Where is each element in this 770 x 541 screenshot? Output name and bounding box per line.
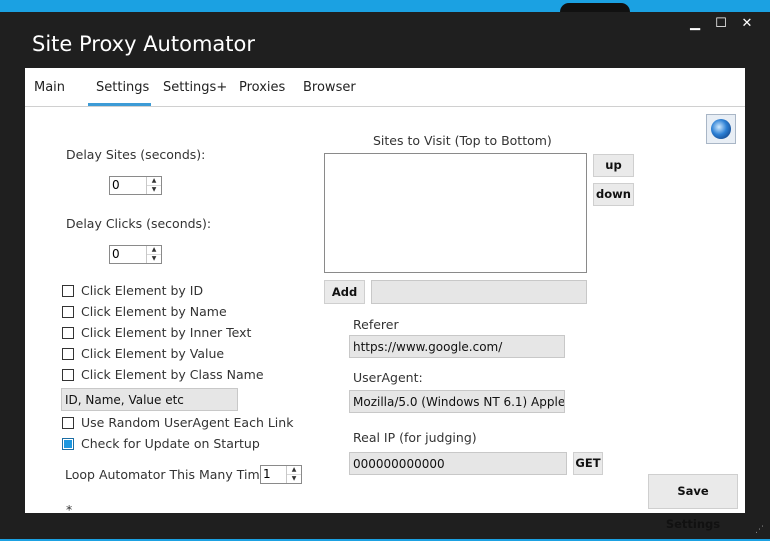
delay-sites-stepper[interactable]: 0 ▲ ▼ (109, 176, 162, 195)
sites-list-label: Sites to Visit (Top to Bottom) (373, 133, 552, 148)
delay-clicks-value: 0 (112, 247, 120, 261)
globe-icon[interactable] (706, 114, 736, 144)
delay-sites-value: 0 (112, 178, 120, 192)
move-up-button[interactable]: up (593, 154, 634, 177)
window-title: Site Proxy Automator (32, 32, 255, 56)
footnote-marker: * (66, 502, 73, 517)
check-update-checkbox[interactable] (62, 438, 74, 450)
useragent-label: UserAgent: (353, 370, 423, 385)
add-site-button[interactable]: Add (324, 280, 365, 304)
spin-up-icon[interactable]: ▲ (287, 466, 301, 474)
active-tab-indicator (88, 103, 151, 106)
spin-down-icon[interactable]: ▼ (147, 254, 161, 263)
spin-down-icon[interactable]: ▼ (287, 474, 301, 483)
sites-list[interactable] (324, 153, 587, 273)
click-by-class-name-label: Click Element by Class Name (81, 367, 264, 382)
get-ip-button[interactable]: GET (573, 452, 603, 475)
resize-grip-icon[interactable]: ⋰ (755, 525, 764, 535)
desktop-decoration (560, 3, 630, 12)
tab-settings[interactable]: Settings (96, 80, 149, 95)
referer-input[interactable]: https://www.google.com/ (349, 335, 565, 358)
app-window: Site Proxy Automator ▁ ☐ ✕ Main Settings… (0, 12, 770, 539)
loop-count-value: 1 (263, 467, 271, 481)
loop-count-label: Loop Automator This Many Times: (65, 467, 279, 482)
save-settings-button[interactable]: Save Settings (648, 474, 738, 531)
maximize-button[interactable]: ☐ (711, 16, 731, 31)
settings-panel: Main Settings Settings+ Proxies Browser … (25, 68, 745, 531)
referer-label: Referer (353, 317, 399, 332)
useragent-input[interactable]: Mozilla/5.0 (Windows NT 6.1) AppleWebKit… (349, 390, 565, 413)
click-by-value-label: Click Element by Value (81, 346, 225, 361)
click-by-name-checkbox[interactable] (62, 306, 74, 318)
spin-down-icon[interactable]: ▼ (147, 185, 161, 194)
element-identifier-input[interactable]: ID, Name, Value etc (61, 388, 238, 411)
delay-clicks-stepper[interactable]: 0 ▲ ▼ (109, 245, 162, 264)
minimize-button[interactable]: ▁ (685, 16, 705, 31)
click-by-inner-text-label: Click Element by Inner Text (81, 325, 252, 340)
tab-main[interactable]: Main (34, 80, 65, 95)
spin-up-icon[interactable]: ▲ (147, 246, 161, 254)
click-by-class-name-checkbox[interactable] (62, 369, 74, 381)
real-ip-input[interactable]: 000000000000 (349, 452, 567, 475)
add-site-input[interactable] (371, 280, 587, 304)
random-useragent-label: Use Random UserAgent Each Link (81, 415, 294, 430)
click-by-name-label: Click Element by Name (81, 304, 227, 319)
click-by-id-checkbox[interactable] (62, 285, 74, 297)
delay-sites-label: Delay Sites (seconds): (66, 147, 206, 162)
real-ip-label: Real IP (for judging) (353, 430, 477, 445)
tab-proxies[interactable]: Proxies (239, 80, 285, 95)
check-update-label: Check for Update on Startup (81, 436, 260, 451)
close-button[interactable]: ✕ (737, 16, 757, 31)
tab-bar: Main Settings Settings+ Proxies Browser (25, 68, 745, 107)
desktop-background (0, 0, 770, 12)
move-down-button[interactable]: down (593, 183, 634, 206)
click-by-id-label: Click Element by ID (81, 283, 204, 298)
spin-up-icon[interactable]: ▲ (147, 177, 161, 185)
loop-count-stepper[interactable]: 1 ▲ ▼ (260, 465, 302, 484)
tab-browser[interactable]: Browser (303, 80, 356, 95)
delay-clicks-label: Delay Clicks (seconds): (66, 216, 212, 231)
random-useragent-checkbox[interactable] (62, 417, 74, 429)
click-by-inner-text-checkbox[interactable] (62, 327, 74, 339)
tab-settings-plus[interactable]: Settings+ (163, 80, 227, 95)
click-by-value-checkbox[interactable] (62, 348, 74, 360)
